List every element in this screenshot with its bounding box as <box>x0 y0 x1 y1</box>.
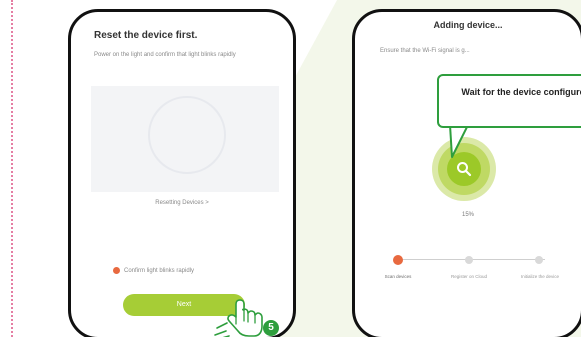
dotted-guide-line <box>11 0 13 337</box>
step-label-initialize: Initialize the device <box>520 274 560 279</box>
confirm-radio[interactable] <box>113 267 120 274</box>
step-label-register: Register on Cloud <box>450 274 488 279</box>
step-number-badge: 5 <box>263 320 279 336</box>
adding-device-title: Adding device... <box>433 20 503 30</box>
phone-adding-device: Adding device... Ensure that the Wi-Fi s… <box>352 9 581 337</box>
resetting-devices-link[interactable]: Resetting Devices > <box>71 200 293 206</box>
phone-reset-device: Reset the device first. Power on the lig… <box>68 9 296 337</box>
search-icon <box>457 162 472 177</box>
step-dot-register <box>465 256 473 264</box>
confirm-checkbox-row[interactable]: Confirm light blinks rapidly <box>113 267 194 274</box>
pointing-hand-icon <box>214 299 263 337</box>
step-dot-initialize <box>535 256 543 264</box>
confirm-label: Confirm light blinks rapidly <box>124 267 195 274</box>
callout-pointer <box>449 124 469 158</box>
device-illustration <box>91 86 279 192</box>
step-dot-scan <box>393 255 403 265</box>
reset-instructions: Power on the light and confirm that ligh… <box>94 52 236 58</box>
wait-callout: Wait for the device configure <box>437 74 581 128</box>
device-ring <box>148 96 226 174</box>
wifi-instruction: Ensure that the Wi-Fi signal is g... <box>380 48 470 54</box>
progress-percent: 15% <box>461 212 474 218</box>
step-label-scan: Scan devices <box>384 274 412 279</box>
reset-title: Reset the device first. <box>94 30 198 41</box>
